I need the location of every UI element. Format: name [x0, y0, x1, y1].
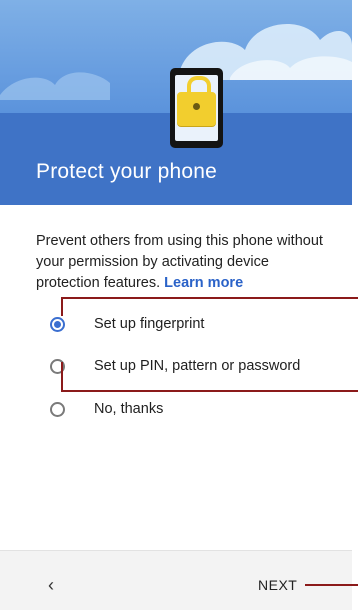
- option-fingerprint[interactable]: Set up fingerprint: [50, 312, 204, 336]
- description-text: Prevent others from using this phone wit…: [36, 231, 336, 294]
- learn-more-link[interactable]: Learn more: [164, 275, 243, 291]
- option-fingerprint-label: Set up fingerprint: [94, 316, 205, 332]
- header-banner: Protect your phone: [0, 0, 352, 205]
- option-no-thanks-label: No, thanks: [94, 401, 164, 417]
- lock-keyhole: [193, 103, 200, 110]
- callout-line-next: [305, 584, 358, 586]
- option-pin-pattern-password[interactable]: Set up PIN, pattern or password: [50, 354, 300, 378]
- callout-line-pin-vertical: [61, 362, 63, 392]
- callout-line-fingerprint-horizontal: [61, 297, 358, 299]
- radio-fingerprint[interactable]: [50, 316, 65, 332]
- callout-line-fingerprint-vertical: [61, 298, 63, 316]
- setup-screen: Protect your phone Prevent others from u…: [0, 0, 352, 610]
- next-button[interactable]: NEXT: [258, 575, 297, 595]
- option-no-thanks[interactable]: No, thanks: [50, 397, 163, 421]
- next-button-label: NEXT: [258, 577, 298, 593]
- option-pin-pattern-password-label: Set up PIN, pattern or password: [94, 358, 301, 374]
- chevron-left-icon[interactable]: ‹: [48, 575, 68, 595]
- callout-line-pin-horizontal: [61, 390, 358, 392]
- screen-frame: Protect your phone Prevent others from u…: [0, 0, 358, 610]
- radio-no-thanks[interactable]: [50, 401, 65, 417]
- cloud-illustration-small: [0, 72, 110, 100]
- page-margin: [352, 0, 358, 609]
- page-title: Protect your phone: [36, 160, 218, 183]
